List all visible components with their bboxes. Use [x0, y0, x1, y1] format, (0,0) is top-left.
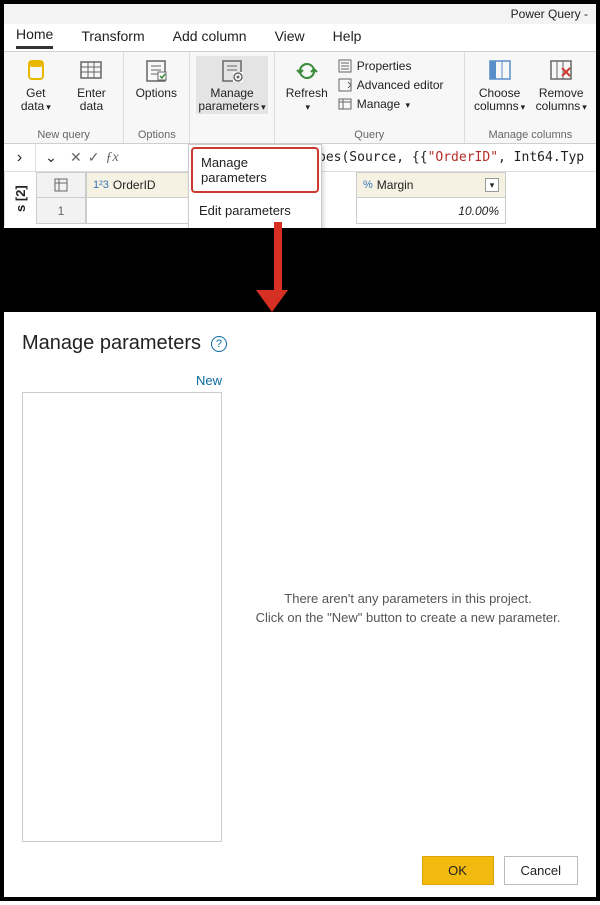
refresh-button[interactable]: Refresh▾	[281, 56, 333, 114]
remove-columns-button[interactable]: Remove columns▾	[532, 56, 590, 114]
cancel-button[interactable]: Cancel	[504, 856, 578, 885]
tab-add-column[interactable]: Add column	[173, 28, 247, 48]
column-header-margin[interactable]: % Margin ▾	[356, 172, 506, 198]
red-arrow-annotation	[268, 222, 288, 312]
ribbon: Get data▾ Enter data New query Options	[4, 52, 596, 144]
parameters-list-column: New	[22, 373, 222, 842]
properties-icon	[337, 58, 353, 74]
manage-parameters-icon	[219, 58, 245, 84]
dropdown-item-manage-parameters[interactable]: Manage parameters	[191, 147, 319, 193]
advanced-editor-button[interactable]: Advanced editor	[337, 77, 444, 93]
dialog-title-row: Manage parameters ?	[22, 332, 578, 355]
empty-line-2: Click on the "New" button to create a ne…	[256, 610, 561, 625]
advanced-editor-label: Advanced editor	[357, 78, 444, 92]
empty-state-message: There aren't any parameters in this proj…	[238, 373, 578, 842]
refresh-icon	[294, 58, 320, 84]
options-group-label: Options	[124, 129, 189, 143]
remove-columns-label: Remove columns▾	[532, 87, 590, 114]
parameters-group-label	[190, 129, 274, 143]
tab-transform[interactable]: Transform	[81, 28, 144, 48]
options-button[interactable]: Options	[130, 56, 182, 100]
formula-cancel-icon[interactable]: ✕	[70, 149, 82, 166]
manage-parameters-button[interactable]: Manage parameters▾	[196, 56, 268, 114]
get-data-icon	[23, 58, 49, 84]
empty-line-1: There aren't any parameters in this proj…	[284, 591, 531, 606]
table-icon	[54, 178, 68, 192]
ribbon-group-new-query: Get data▾ Enter data New query	[4, 52, 124, 143]
choose-columns-label: Choose columns▾	[471, 87, 529, 114]
choose-columns-button[interactable]: Choose columns▾	[471, 56, 529, 114]
advanced-editor-icon	[337, 77, 353, 93]
int-type-icon: 1²3	[93, 179, 109, 191]
help-icon[interactable]: ?	[211, 336, 227, 352]
manage-columns-group-label: Manage columns	[465, 129, 596, 143]
tab-help[interactable]: Help	[333, 28, 362, 48]
ribbon-group-manage-columns: Choose columns▾ Remove columns▾ Manage c…	[465, 52, 596, 143]
fx-icon[interactable]: ƒx	[105, 150, 118, 166]
annotation-gap	[0, 232, 600, 312]
new-parameter-link[interactable]: New	[196, 373, 222, 388]
ribbon-group-query: Refresh▾ Properties Advanced editor Mana…	[275, 52, 465, 143]
get-data-label: Get data▾	[10, 87, 62, 114]
dialog-button-row: OK Cancel	[22, 842, 578, 885]
tab-home[interactable]: Home	[16, 26, 53, 49]
manage-parameters-dialog: Manage parameters ? New There aren't any…	[0, 312, 600, 901]
column-name-margin: Margin	[377, 178, 414, 192]
enter-data-label: Enter data	[66, 87, 118, 113]
ribbon-group-parameters: Manage parameters▾	[190, 52, 275, 143]
manage-button[interactable]: Manage ▾	[337, 96, 444, 112]
new-query-group-label: New query	[4, 129, 123, 143]
window-titlebar: Power Query -	[4, 4, 596, 24]
formula-controls: ✕ ✓ ƒx	[66, 149, 119, 166]
formula-string: "OrderID"	[428, 150, 498, 165]
enter-data-button[interactable]: Enter data	[66, 56, 118, 113]
formula-suffix: , Int64.Typ	[498, 150, 584, 165]
column-name-orderid: OrderID	[113, 178, 156, 192]
percent-type-icon: %	[363, 179, 373, 191]
get-data-button[interactable]: Get data▾	[10, 56, 62, 114]
dialog-body: New There aren't any parameters in this …	[22, 373, 578, 842]
options-icon	[143, 58, 169, 84]
column-filter-margin[interactable]: ▾	[485, 178, 499, 192]
manage-parameters-dropdown: Manage parameters Edit parameters New pa…	[188, 144, 322, 232]
options-label: Options	[136, 87, 177, 100]
tab-view[interactable]: View	[275, 28, 305, 48]
queries-pane-label[interactable]: s [2]	[4, 172, 36, 226]
enter-data-icon	[78, 58, 104, 84]
formula-accept-icon[interactable]: ✓	[88, 149, 100, 166]
properties-button[interactable]: Properties	[337, 58, 444, 74]
refresh-label: Refresh▾	[286, 87, 328, 114]
parameters-listbox[interactable]	[22, 392, 222, 842]
formula-text[interactable]: mnTypes(Source, {{"OrderID", Int64.Typ	[279, 150, 584, 165]
properties-label: Properties	[357, 59, 412, 73]
manage-parameters-label: Manage parameters▾	[196, 87, 268, 114]
table-corner-cell[interactable]	[36, 172, 86, 198]
formula-collapse-icon[interactable]: ⌄	[36, 149, 66, 166]
ok-button[interactable]: OK	[422, 856, 494, 885]
cell-r1-margin[interactable]: 10.00%	[356, 198, 506, 224]
window-title-text: Power Query -	[511, 7, 588, 21]
dropdown-item-edit-parameters[interactable]: Edit parameters	[189, 195, 321, 226]
power-query-window: Power Query - Home Transform Add column …	[0, 0, 600, 232]
choose-columns-icon	[487, 58, 513, 84]
row-number-1[interactable]: 1	[36, 198, 86, 224]
remove-columns-icon	[548, 58, 574, 84]
queries-pane-expand[interactable]: ›	[4, 144, 36, 172]
query-group-label: Query	[275, 129, 464, 143]
ribbon-group-options: Options Options	[124, 52, 190, 143]
dialog-title: Manage parameters	[22, 332, 201, 355]
manage-icon	[337, 96, 353, 112]
ribbon-tab-row: Home Transform Add column View Help	[4, 24, 596, 52]
manage-label: Manage ▾	[357, 97, 410, 111]
